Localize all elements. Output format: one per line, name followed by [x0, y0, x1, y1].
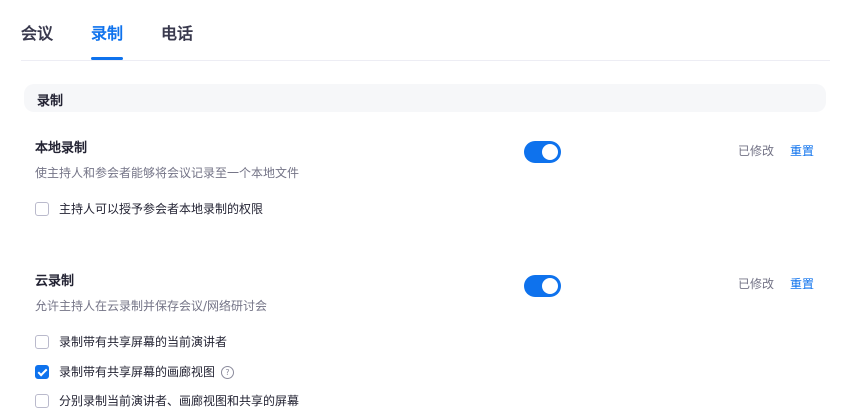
gallery-view-checkbox[interactable]: [35, 365, 49, 379]
separate-recording-label: 分别录制当前演讲者、画廊视图和共享的屏幕: [59, 394, 300, 408]
tab-recording[interactable]: 录制: [91, 22, 124, 62]
active-speaker-checkbox[interactable]: [35, 335, 49, 349]
cloud-option-separate-recording[interactable]: 分别录制当前演讲者、画廊视图和共享的屏幕: [35, 391, 299, 411]
local-recording-setting: 本地录制 使主持人和参会者能够将会议记录至一个本地文件: [35, 141, 826, 181]
settings-tabs: 会议 录制 电话: [21, 22, 231, 62]
cloud-recording-toggle[interactable]: [524, 275, 561, 297]
cloud-recording-reset-link[interactable]: 重置: [790, 275, 814, 292]
question-circle-icon[interactable]: ?: [221, 365, 235, 379]
separate-recording-checkbox[interactable]: [35, 394, 49, 408]
local-recording-reset-link[interactable]: 重置: [790, 142, 814, 159]
toggle-knob: [542, 144, 558, 160]
cloud-recording-description: 允许主持人在云录制并保存会议/网络研讨会: [35, 299, 268, 313]
grant-permission-label: 主持人可以授予参会者本地录制的权限: [59, 202, 264, 216]
cloud-option-gallery-view[interactable]: 录制带有共享屏幕的画廊视图 ?: [35, 362, 235, 382]
active-speaker-label: 录制带有共享屏幕的当前演讲者: [59, 335, 228, 349]
cloud-recording-title: 云录制: [35, 274, 75, 289]
local-recording-modified-label: 已修改: [738, 144, 775, 158]
tab-phone[interactable]: 电话: [161, 22, 193, 62]
local-recording-toggle[interactable]: [524, 141, 561, 163]
section-header-recording: 录制: [24, 84, 826, 112]
tab-divider: [21, 60, 830, 61]
toggle-knob: [542, 278, 558, 294]
local-recording-option-grant-permission[interactable]: 主持人可以授予参会者本地录制的权限: [35, 199, 263, 219]
local-recording-title: 本地录制: [35, 141, 88, 156]
gallery-view-label: 录制带有共享屏幕的画廊视图: [59, 365, 216, 379]
cloud-recording-setting: 云录制 允许主持人在云录制并保存会议/网络研讨会: [35, 274, 826, 314]
cloud-option-active-speaker[interactable]: 录制带有共享屏幕的当前演讲者: [35, 332, 227, 352]
section-title: 录制: [37, 94, 64, 109]
local-recording-description: 使主持人和参会者能够将会议记录至一个本地文件: [35, 166, 300, 180]
grant-permission-checkbox[interactable]: [35, 202, 49, 216]
cloud-recording-modified-label: 已修改: [738, 277, 775, 291]
tab-meetings[interactable]: 会议: [21, 22, 53, 62]
